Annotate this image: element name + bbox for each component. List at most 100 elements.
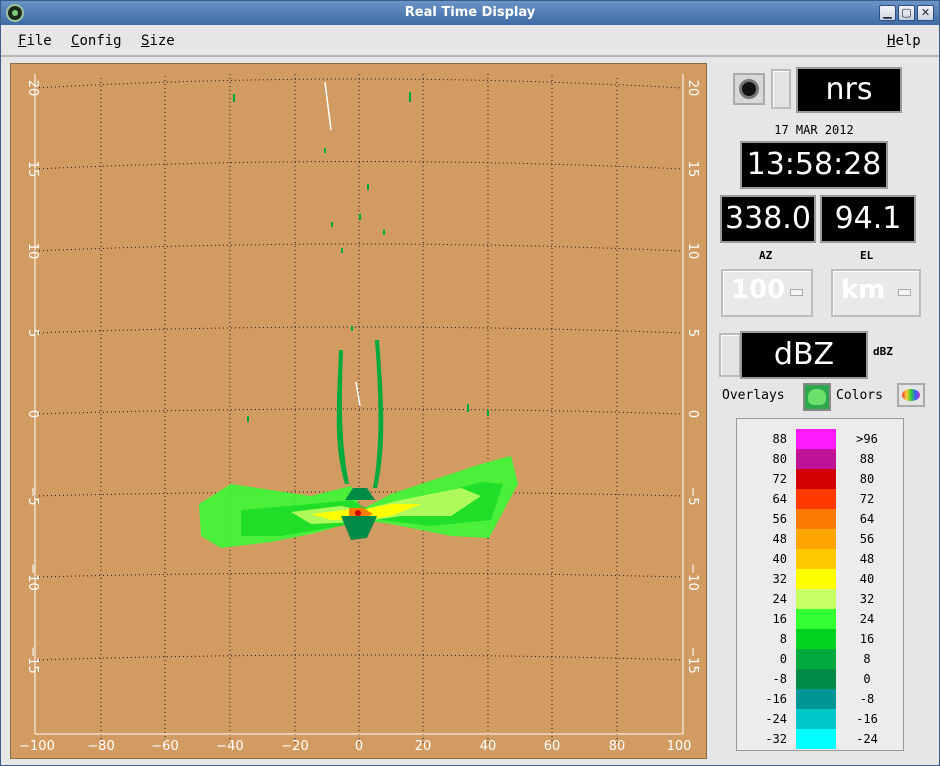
- x-tick-label: −100: [19, 739, 55, 754]
- time-display: 13:58:28: [740, 141, 888, 189]
- grid-line-hm15: [34, 654, 684, 661]
- date-label: 17 MAR 2012: [774, 123, 854, 137]
- x-tick-label: −40: [216, 739, 243, 754]
- color-scale-row: -24 -16: [737, 709, 905, 729]
- radar-plot-svg[interactable]: −100 −80 −60 −40 −20 0 20 40 60 80 100 2…: [11, 64, 707, 759]
- overlays-button[interactable]: [803, 383, 831, 411]
- scale-low-label: -16: [765, 692, 787, 706]
- color-scale-row: 80 88: [737, 449, 905, 469]
- color-scale-row: 16 24: [737, 609, 905, 629]
- scale-low-label: 0: [779, 652, 787, 666]
- scale-high-label: 0: [863, 672, 871, 686]
- y-tick-label: 5: [685, 329, 700, 337]
- title-bar[interactable]: Real Time Display ▁ ▢ ✕: [1, 1, 939, 25]
- echo-spike-right: [373, 340, 384, 488]
- clutter-dot: [233, 94, 235, 102]
- color-scale-row: -32 -24: [737, 729, 905, 749]
- scale-high-label: 56: [859, 532, 875, 546]
- x-tick-label: 60: [544, 739, 561, 754]
- field-display: dBZ: [740, 331, 868, 379]
- toggle-button[interactable]: [771, 69, 791, 109]
- elevation-display: 94.1: [820, 195, 916, 243]
- clutter-dot: [324, 148, 326, 153]
- scale-high-label: 88: [859, 452, 875, 466]
- color-scale-row: 48 56: [737, 529, 905, 549]
- close-button[interactable]: ✕: [917, 5, 934, 21]
- menu-size[interactable]: Size: [141, 33, 175, 49]
- scale-swatch: [796, 689, 836, 709]
- scale-low-label: -32: [765, 732, 787, 746]
- y-tick-label: −5: [685, 486, 700, 505]
- scale-low-label: 40: [772, 552, 787, 566]
- y-axis-labels-left: 20 15 10 5 0 −5 −10 −15: [25, 80, 40, 674]
- menu-config[interactable]: Config: [71, 33, 122, 49]
- radar-display[interactable]: −100 −80 −60 −40 −20 0 20 40 60 80 100 2…: [10, 63, 707, 759]
- clutter-dot: [331, 222, 333, 227]
- y-tick-label: 5: [25, 329, 40, 337]
- x-tick-label: 0: [355, 739, 363, 754]
- maximize-button[interactable]: ▢: [898, 5, 915, 21]
- record-knob-button[interactable]: [733, 73, 765, 105]
- y-tick-label: 0: [685, 410, 700, 418]
- scale-high-label: 64: [859, 512, 875, 526]
- scale-high-label: 48: [859, 552, 875, 566]
- clutter-dot: [341, 248, 343, 253]
- scale-low-label: 80: [772, 452, 787, 466]
- scale-low-label: -8: [772, 672, 787, 686]
- x-tick-label: 80: [609, 739, 626, 754]
- y-tick-label: −5: [25, 486, 40, 505]
- scale-swatch: [796, 669, 836, 689]
- x-tick-label: −80: [87, 739, 114, 754]
- x-tick-label: −60: [151, 739, 178, 754]
- scale-swatch: [796, 709, 836, 729]
- color-scale-legend: 88 >96 80 88 72 80 64 72 56 64 48 56 40 48 32 40 24 32 16 2…: [736, 418, 904, 751]
- scale-high-label: -8: [859, 692, 875, 706]
- menu-bar: File Config Size Help: [1, 25, 939, 57]
- echo-white-streak: [324, 81, 332, 131]
- scale-low-label: 16: [772, 612, 787, 626]
- clutter-dot: [359, 214, 361, 220]
- scale-high-label: 24: [859, 612, 875, 626]
- scale-swatch: [796, 429, 836, 449]
- unit-dropdown[interactable]: km: [831, 269, 921, 317]
- scale-low-label: 24: [772, 592, 787, 606]
- window-title: Real Time Display: [404, 5, 536, 20]
- colors-button[interactable]: [897, 383, 925, 407]
- palette-icon: [902, 389, 920, 401]
- scale-high-label: 72: [859, 492, 875, 506]
- minimize-button[interactable]: ▁: [879, 5, 896, 21]
- range-value: 100: [731, 275, 786, 305]
- grid-line-h10: [34, 243, 684, 252]
- color-scale-row: 32 40: [737, 569, 905, 589]
- color-scale-row: 64 72: [737, 489, 905, 509]
- scale-swatch: [796, 469, 836, 489]
- map-overlay-icon: [808, 389, 826, 405]
- color-scale-row: 56 64: [737, 509, 905, 529]
- field-toggle-button[interactable]: [719, 333, 741, 377]
- color-scale-row: 88 >96: [737, 429, 905, 449]
- y-tick-label: 20: [25, 80, 40, 97]
- clutter-dot: [467, 404, 469, 412]
- scale-swatch: [796, 629, 836, 649]
- scale-low-label: 64: [772, 492, 787, 506]
- echo-spike-left: [336, 350, 349, 484]
- scale-swatch: [796, 509, 836, 529]
- range-dropdown[interactable]: 100: [721, 269, 813, 317]
- menu-help[interactable]: Help: [887, 33, 921, 49]
- color-scale-row: -8 0: [737, 669, 905, 689]
- scale-swatch: [796, 449, 836, 469]
- menu-file[interactable]: File: [18, 33, 52, 49]
- clutter-dot: [367, 184, 369, 190]
- scale-swatch: [796, 529, 836, 549]
- scale-swatch: [796, 729, 836, 749]
- x-tick-label: 40: [480, 739, 497, 754]
- scale-high-label: >96: [856, 432, 878, 446]
- x-tick-label: 100: [667, 739, 692, 754]
- azimuth-display: 338.0: [720, 195, 816, 243]
- scale-high-label: 16: [859, 632, 875, 646]
- clutter-dot: [409, 92, 411, 102]
- radar-name-display: nrs: [796, 67, 902, 113]
- grid-line-h0: [34, 408, 684, 415]
- clutter-dot: [351, 326, 353, 331]
- scale-low-label: -24: [765, 712, 787, 726]
